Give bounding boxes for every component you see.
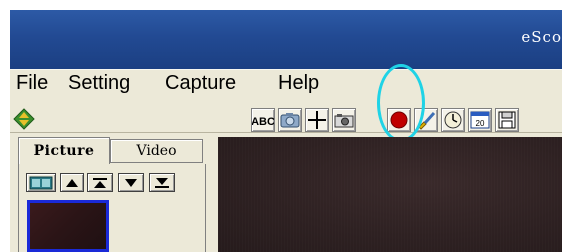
toolbar: ABC 20 xyxy=(10,106,562,133)
calendar-icon: 20 xyxy=(470,111,490,129)
camera-icon xyxy=(280,113,300,128)
scroll-to-bottom-icon xyxy=(155,177,169,188)
abc-text-label: ABC xyxy=(252,116,274,128)
image-strip-icon xyxy=(29,176,53,189)
text-abc-button[interactable]: ABC xyxy=(251,108,275,132)
highlight-circle-annotation xyxy=(377,64,425,142)
menu-help[interactable]: Help xyxy=(278,72,319,95)
scroll-top-button[interactable] xyxy=(87,173,113,192)
tab-video[interactable]: Video xyxy=(110,139,203,163)
crosshair-button[interactable] xyxy=(305,108,329,132)
menu-setting[interactable]: Setting xyxy=(68,72,130,95)
gallery-view-button[interactable] xyxy=(26,173,56,192)
picture-panel-body xyxy=(18,164,206,252)
scroll-up-button[interactable] xyxy=(60,173,84,192)
snapshot-camera-icon xyxy=(334,114,354,128)
save-button[interactable] xyxy=(495,108,519,132)
menu-capture[interactable]: Capture xyxy=(165,72,236,95)
crosshair-icon xyxy=(308,111,326,129)
triangle-up-icon xyxy=(66,178,78,187)
timer-button[interactable] xyxy=(441,108,465,132)
app-window: eSco File Setting Capture Help ABC 20 Pi… xyxy=(10,10,562,252)
camera-button[interactable] xyxy=(278,108,302,132)
video-preview[interactable] xyxy=(218,137,562,252)
left-panel: Picture Video xyxy=(18,137,206,252)
calendar-day-label: 20 xyxy=(476,119,485,128)
clock-icon xyxy=(444,111,462,129)
abc-text-icon: ABC xyxy=(252,116,274,128)
scroll-to-top-icon xyxy=(93,177,107,188)
scroll-bottom-button[interactable] xyxy=(149,173,175,192)
calendar-button[interactable]: 20 xyxy=(468,108,492,132)
triangle-down-icon xyxy=(125,178,137,187)
collapse-toggle-icon[interactable] xyxy=(13,108,35,130)
menu-file[interactable]: File xyxy=(16,72,48,95)
picture-thumbnail[interactable] xyxy=(27,200,109,252)
window-title: eSco xyxy=(521,28,562,46)
floppy-disk-icon xyxy=(498,111,516,129)
snapshot-button[interactable] xyxy=(332,108,356,132)
menu-bar: File Setting Capture Help xyxy=(10,69,562,106)
scroll-down-button[interactable] xyxy=(118,173,144,192)
tab-picture[interactable]: Picture xyxy=(18,137,110,164)
title-bar[interactable]: eSco xyxy=(10,10,562,69)
